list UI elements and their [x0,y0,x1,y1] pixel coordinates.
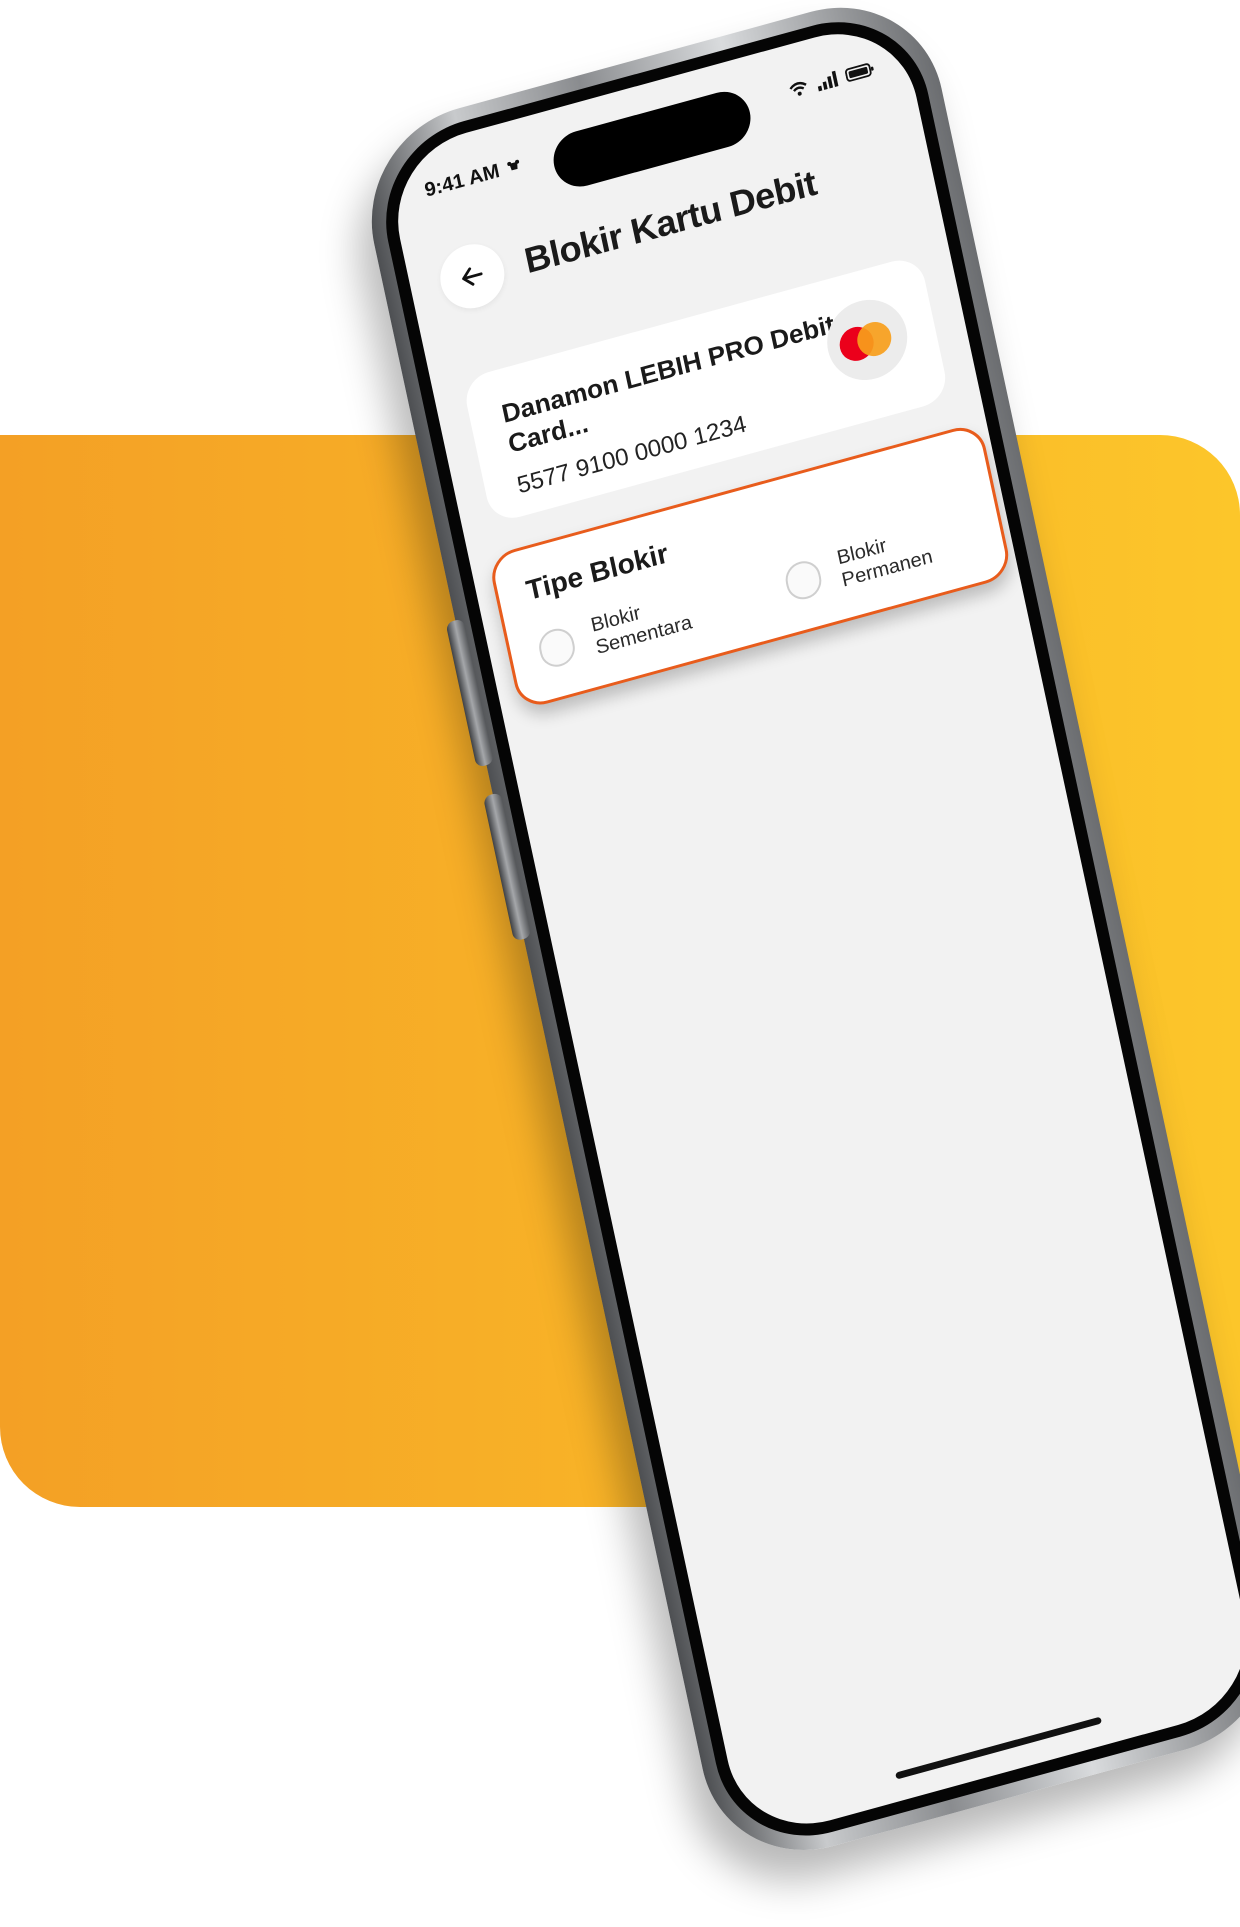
stage: 9:41 AM Blokir Kartu Debit Danamon LEBIH… [0,0,1240,1927]
status-left: 9:41 AM [423,154,524,202]
signal-icon [817,70,839,92]
wifi-icon [789,81,807,96]
arrow-left-icon [462,267,483,286]
back-button[interactable] [434,236,511,316]
notification-icon [507,159,520,171]
radio-circle-icon[interactable] [535,624,579,671]
radio-label: Blokir Permanen [835,534,935,592]
radio-label: Blokir Sementara [589,602,695,659]
radio-circle-icon[interactable] [782,557,825,604]
status-right [787,60,876,99]
status-time: 9:41 AM [422,159,502,202]
battery-icon [844,63,874,82]
